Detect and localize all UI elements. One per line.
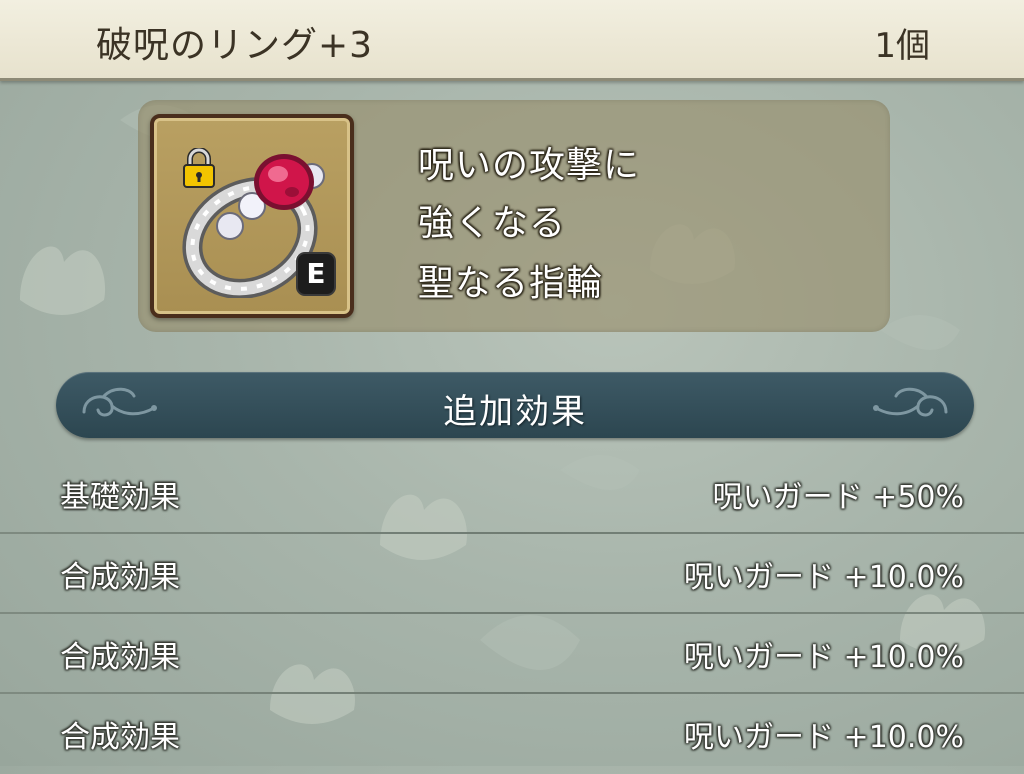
effect-label: 合成効果	[60, 720, 180, 755]
section-header-bar: 追加効果	[56, 372, 974, 438]
item-description-line: 強くなる	[418, 203, 567, 244]
effect-row: 合成効果 呪いガード +10.0%	[0, 614, 1024, 694]
item-header: 破呪のリング+3 1個	[0, 0, 1024, 81]
item-name: 破呪のリング+3	[96, 25, 374, 66]
effect-value: 呪いガード +50%	[712, 480, 964, 515]
effect-value: 呪いガード +10.0%	[684, 560, 964, 595]
item-count: 1個	[874, 26, 930, 66]
item-description-line: 呪いの攻撃に	[418, 145, 641, 186]
effect-value: 呪いガード +10.0%	[684, 720, 964, 755]
effect-label: 合成効果	[60, 560, 180, 595]
equipped-badge: E	[296, 252, 336, 296]
effect-row: 合成効果 呪いガード +10.0%	[0, 694, 1024, 774]
effect-value: 呪いガード +10.0%	[684, 640, 964, 675]
effect-label: 基礎効果	[60, 480, 180, 515]
effect-label: 合成効果	[60, 640, 180, 675]
padlock-icon	[183, 148, 215, 188]
item-icon-frame[interactable]: E	[150, 114, 354, 318]
effect-row: 基礎効果 呪いガード +50%	[0, 454, 1024, 534]
section-title: 追加効果	[443, 392, 587, 432]
effect-row: 合成効果 呪いガード +10.0%	[0, 534, 1024, 614]
flourish-ornament-icon	[873, 387, 948, 417]
item-description-line: 聖なる指輪	[418, 263, 604, 304]
